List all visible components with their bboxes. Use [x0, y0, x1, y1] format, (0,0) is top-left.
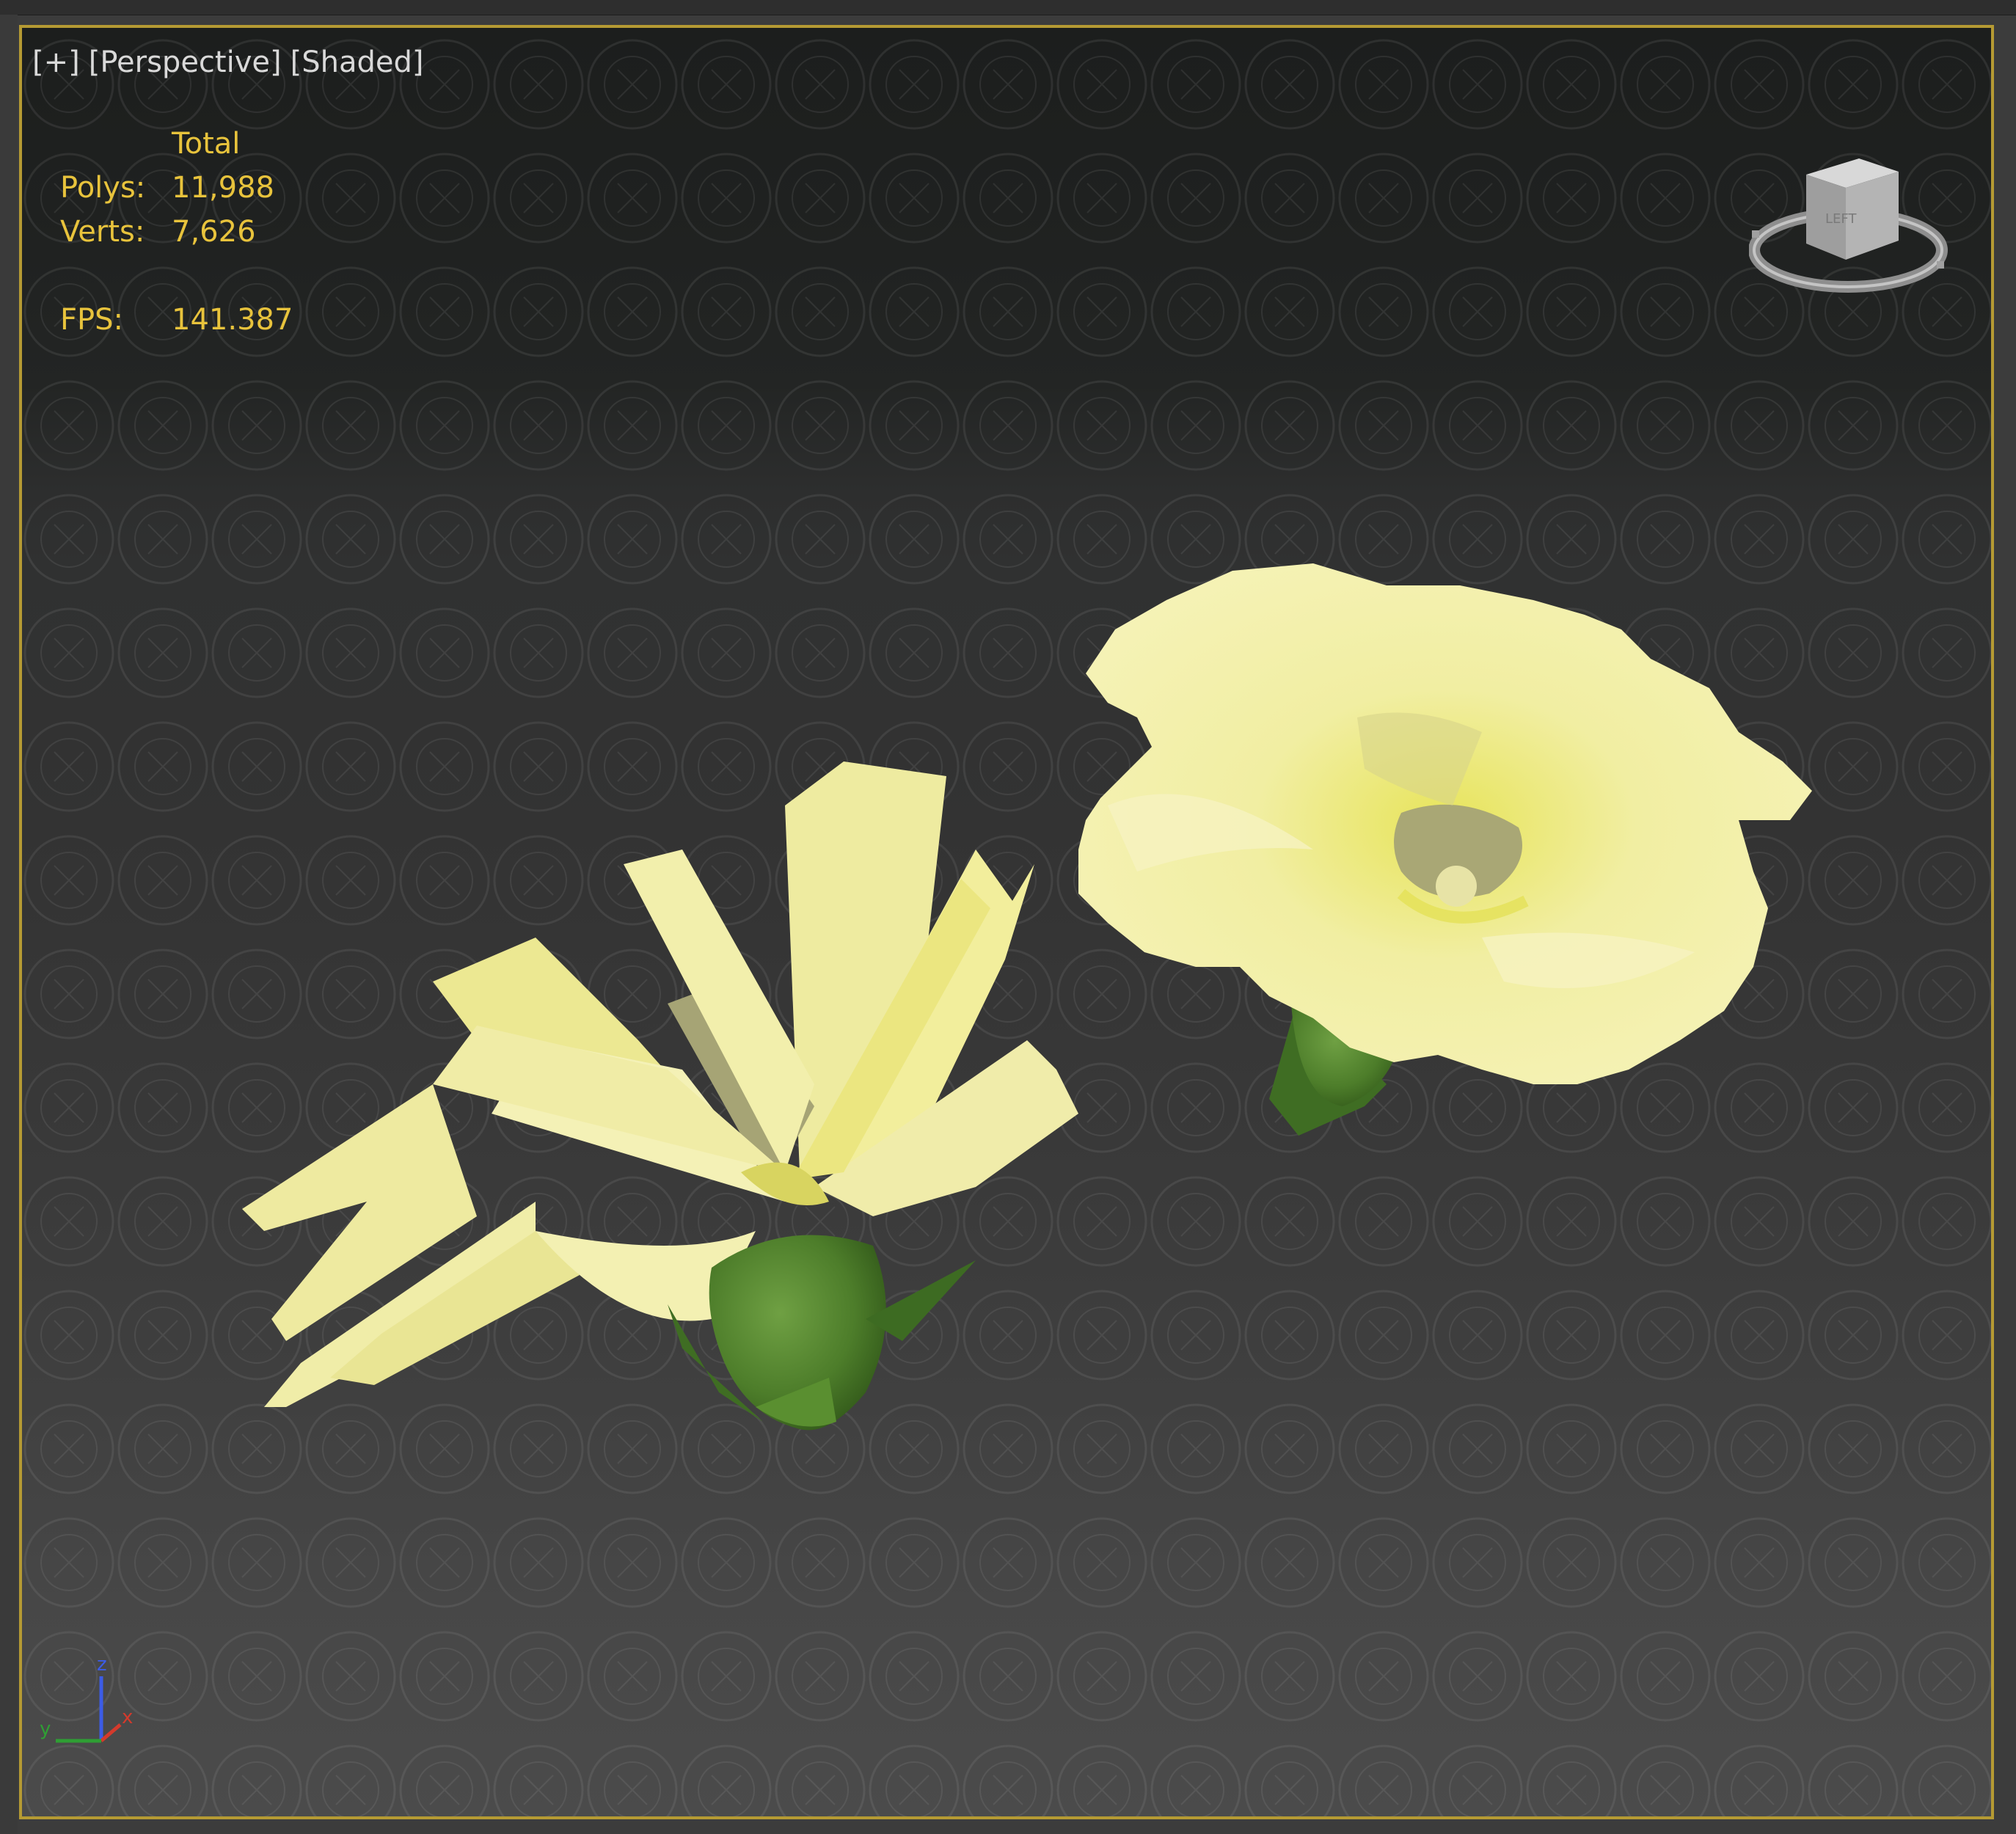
viewport-shading-menu[interactable]: [Shaded] — [291, 45, 424, 79]
stats-header-row: Total — [60, 122, 392, 166]
viewcube-face-label: LEFT — [1825, 211, 1857, 227]
stats-header: Total — [172, 127, 241, 161]
viewcube-icon[interactable]: LEFT — [1749, 136, 1969, 327]
polys-value: 11,988 — [172, 171, 274, 205]
max-viewport-window: [+] [Perspective] [Shaded] Total Polys: 11… — [0, 0, 2016, 1834]
stats-verts-row: Verts: 7,626 — [60, 210, 392, 254]
flower-right-center — [1436, 866, 1477, 907]
viewport-label-menu: [+] [Perspective] [Shaded] — [32, 45, 432, 79]
stats-polys-row: Polys: 11,988 — [60, 166, 392, 210]
verts-label: Verts: — [60, 215, 145, 249]
viewport-plus-menu[interactable]: [+] — [32, 45, 80, 79]
viewport-pov-menu[interactable]: [Perspective] — [89, 45, 282, 79]
perspective-viewport[interactable]: [+] [Perspective] [Shaded] Total Polys: 11… — [19, 25, 1994, 1819]
axis-y-label: y — [40, 1718, 51, 1740]
polys-label: Polys: — [60, 171, 146, 205]
flower-right[interactable] — [1078, 563, 1812, 1136]
axis-z-label: z — [97, 1654, 107, 1676]
fps-value: 141.387 — [172, 303, 293, 337]
top-toolbar-strip — [0, 0, 2016, 15]
axis-tripod-icon: z x y — [40, 1654, 133, 1743]
left-panel-edge — [0, 15, 18, 1834]
flower-left[interactable] — [242, 761, 1078, 1431]
axis-x-label: x — [122, 1706, 133, 1728]
viewport-statistics: Total Polys: 11,988 Verts: 7,626 FPS: 14… — [60, 122, 392, 342]
fps-label: FPS: — [60, 303, 123, 337]
verts-value: 7,626 — [172, 215, 256, 249]
stats-fps-row: FPS: 141.387 — [60, 298, 392, 342]
